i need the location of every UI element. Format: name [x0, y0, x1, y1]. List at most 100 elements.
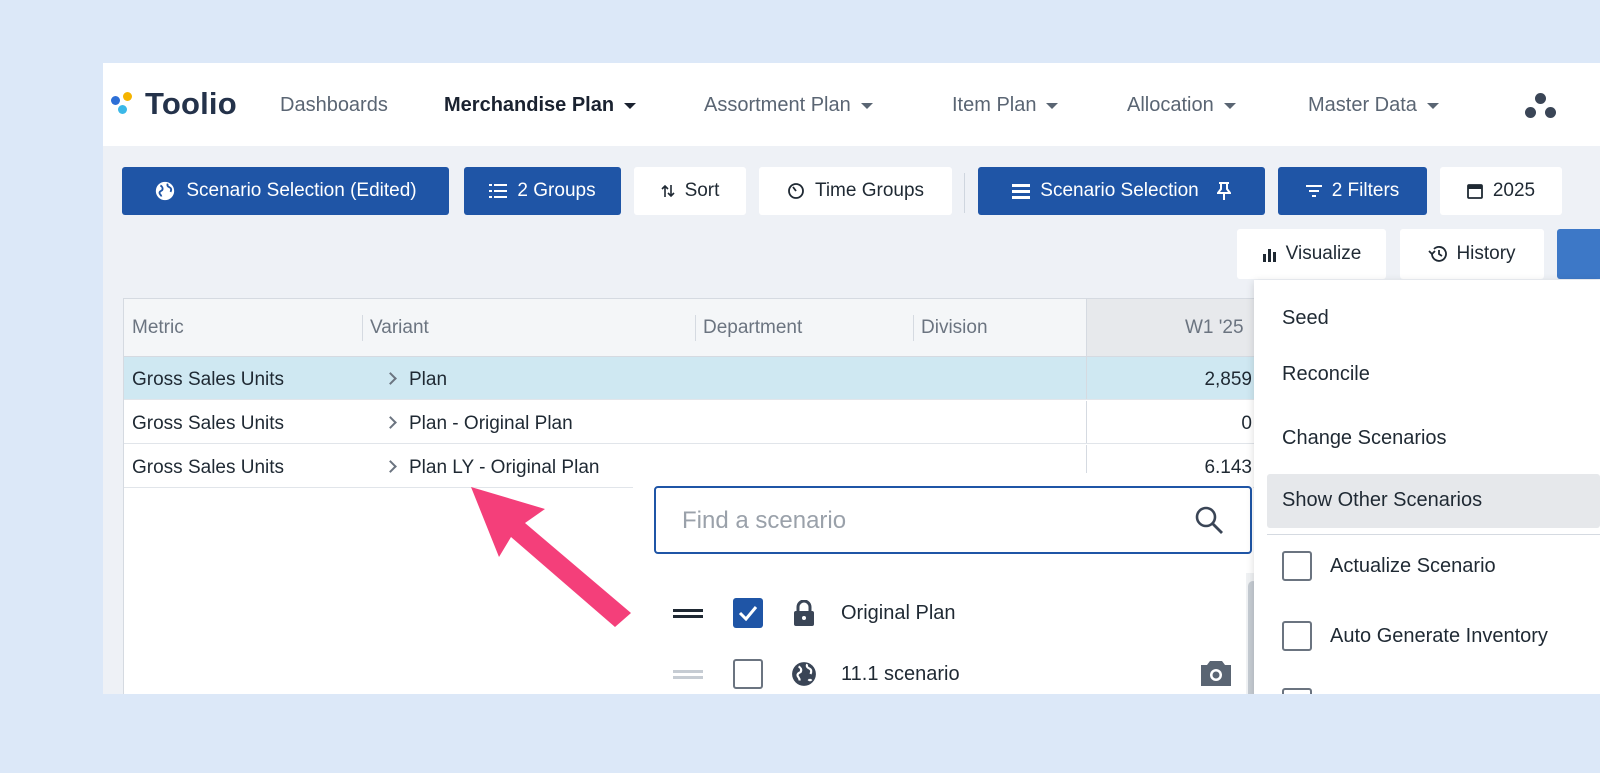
column-header-week[interactable]: W1 '25: [1086, 299, 1276, 356]
column-header-variant[interactable]: Variant: [370, 317, 429, 339]
lock-icon: [791, 600, 817, 626]
button-label: Sort: [684, 180, 720, 201]
filters-button[interactable]: 2 Filters: [1278, 167, 1427, 215]
metric-cell: Gross Sales Units: [132, 457, 285, 478]
button-label: 2025: [1492, 180, 1536, 201]
nav-allocation[interactable]: Allocation: [1127, 94, 1236, 117]
nav-label: Assortment Plan: [704, 94, 851, 116]
button-label: Time Groups: [814, 180, 925, 201]
nav-dashboards[interactable]: Dashboards: [280, 94, 388, 117]
globe-icon: [154, 180, 176, 202]
toolio-logo[interactable]: Toolio: [109, 86, 237, 121]
checkbox[interactable]: [1282, 621, 1312, 651]
pin-icon[interactable]: [1216, 182, 1231, 200]
history-button[interactable]: History: [1400, 229, 1544, 279]
nav-merchandise-plan[interactable]: Merchandise Plan: [444, 94, 637, 117]
drag-handle-icon[interactable]: [673, 607, 703, 619]
scenario-picker-popover: Original Plan 11.1 scenario: [633, 473, 1253, 694]
button-label: 2 Filters: [1331, 180, 1400, 201]
checkmark-icon: [738, 606, 758, 621]
metric-cell: Gross Sales Units: [132, 413, 285, 434]
menu-item-partial[interactable]: [1282, 688, 1330, 694]
scenario-item[interactable]: Original Plan: [673, 595, 1233, 631]
menu-item-seed[interactable]: Seed: [1282, 307, 1329, 330]
time-groups-button[interactable]: Time Groups: [759, 167, 952, 215]
scenario-checkbox[interactable]: [733, 598, 763, 628]
button-label: Scenario Selection (Edited): [186, 180, 417, 201]
nav-assortment-plan[interactable]: Assortment Plan: [704, 94, 873, 117]
checkbox[interactable]: [1282, 551, 1312, 581]
sort-arrows-icon: [660, 183, 675, 199]
column-header-department[interactable]: Department: [703, 317, 802, 339]
chevron-right-icon[interactable]: [384, 416, 397, 429]
menu-item-change-scenarios[interactable]: Change Scenarios: [1282, 427, 1447, 450]
toolbar-divider: [964, 173, 965, 213]
variant-cell[interactable]: Plan: [384, 369, 448, 391]
apps-icon[interactable]: [1525, 93, 1557, 121]
button-label: Visualize: [1285, 243, 1362, 264]
year-picker-button[interactable]: 2025: [1440, 167, 1562, 215]
camera-icon[interactable]: [1199, 658, 1233, 693]
list-icon: [489, 184, 508, 198]
top-navigation: Toolio Dashboards Merchandise Plan Assor…: [103, 63, 1600, 146]
nav-label: Dashboards: [280, 94, 388, 116]
nav-label: Item Plan: [952, 94, 1037, 116]
week-value-cell[interactable]: 2,859: [1204, 369, 1252, 391]
bar-chart-icon: [1262, 246, 1278, 262]
column-resizer[interactable]: [695, 315, 696, 341]
week-value-cell[interactable]: 0: [1241, 413, 1252, 435]
scenario-selection-button[interactable]: Scenario Selection: [978, 167, 1265, 215]
annotation-arrow-icon: [471, 487, 631, 627]
menu-item-show-other-scenarios[interactable]: Show Other Scenarios: [1282, 489, 1482, 512]
variant-cell[interactable]: Plan - Original Plan: [384, 413, 573, 435]
calendar-icon: [1466, 183, 1483, 199]
variant-cell[interactable]: Plan LY - Original Plan: [384, 457, 599, 479]
app-name: Toolio: [145, 86, 237, 121]
menu-item-auto-generate-inventory[interactable]: Auto Generate Inventory: [1282, 621, 1548, 651]
checkbox[interactable]: [1282, 688, 1312, 694]
menu-item-reconcile[interactable]: Reconcile: [1282, 363, 1370, 386]
cell-divider: [1086, 357, 1087, 399]
scenario-checkbox[interactable]: [733, 659, 763, 689]
caret-down-icon: [1426, 102, 1439, 109]
scenario-item[interactable]: 11.1 scenario: [673, 656, 1233, 692]
nav-master-data[interactable]: Master Data: [1308, 94, 1439, 117]
caret-down-icon: [624, 102, 637, 109]
variant-label: Plan: [409, 369, 448, 390]
table-row[interactable]: Gross Sales Units Plan 2,859: [124, 357, 1272, 400]
search-icon[interactable]: [1194, 505, 1224, 540]
column-header-division[interactable]: Division: [921, 317, 988, 339]
nav-label: Allocation: [1127, 94, 1214, 116]
variant-label: Plan - Original Plan: [409, 413, 573, 434]
scenario-selection-edited-button[interactable]: Scenario Selection (Edited): [122, 167, 449, 215]
filter-icon: [1305, 185, 1322, 197]
metric-cell: Gross Sales Units: [132, 369, 285, 390]
nav-label: Merchandise Plan: [444, 94, 615, 116]
chevron-right-icon[interactable]: [384, 372, 397, 385]
scenario-label: Original Plan: [841, 601, 956, 624]
menu-item-label: Auto Generate Inventory: [1330, 624, 1548, 647]
column-header-label: W1 '25: [1185, 317, 1244, 338]
drag-handle-icon[interactable]: [673, 668, 703, 680]
logo-mark-icon: [109, 88, 141, 120]
nav-item-plan[interactable]: Item Plan: [952, 94, 1059, 117]
sort-button[interactable]: Sort: [634, 167, 746, 215]
scenario-search-box[interactable]: [654, 486, 1252, 554]
list-icon: [1012, 183, 1031, 199]
menu-item-actualize-scenario[interactable]: Actualize Scenario: [1282, 551, 1496, 581]
button-label: History: [1456, 243, 1516, 264]
actions-menu: Seed Reconcile Change Scenarios Show Oth…: [1254, 280, 1600, 694]
visualize-button[interactable]: Visualize: [1237, 229, 1386, 279]
scenario-search-input[interactable]: [682, 504, 1162, 538]
actions-button[interactable]: [1557, 229, 1600, 279]
caret-down-icon: [1223, 102, 1236, 109]
column-header-metric[interactable]: Metric: [132, 317, 184, 339]
column-resizer[interactable]: [362, 315, 363, 341]
grid-header: Metric Variant Department Division W1 '2…: [124, 299, 1276, 357]
chevron-right-icon[interactable]: [384, 460, 397, 473]
table-row[interactable]: Gross Sales Units Plan - Original Plan 0: [124, 401, 1272, 444]
groups-button[interactable]: 2 Groups: [464, 167, 621, 215]
timer-icon: [787, 182, 805, 200]
scenario-label: 11.1 scenario: [841, 662, 960, 685]
column-resizer[interactable]: [913, 315, 914, 341]
